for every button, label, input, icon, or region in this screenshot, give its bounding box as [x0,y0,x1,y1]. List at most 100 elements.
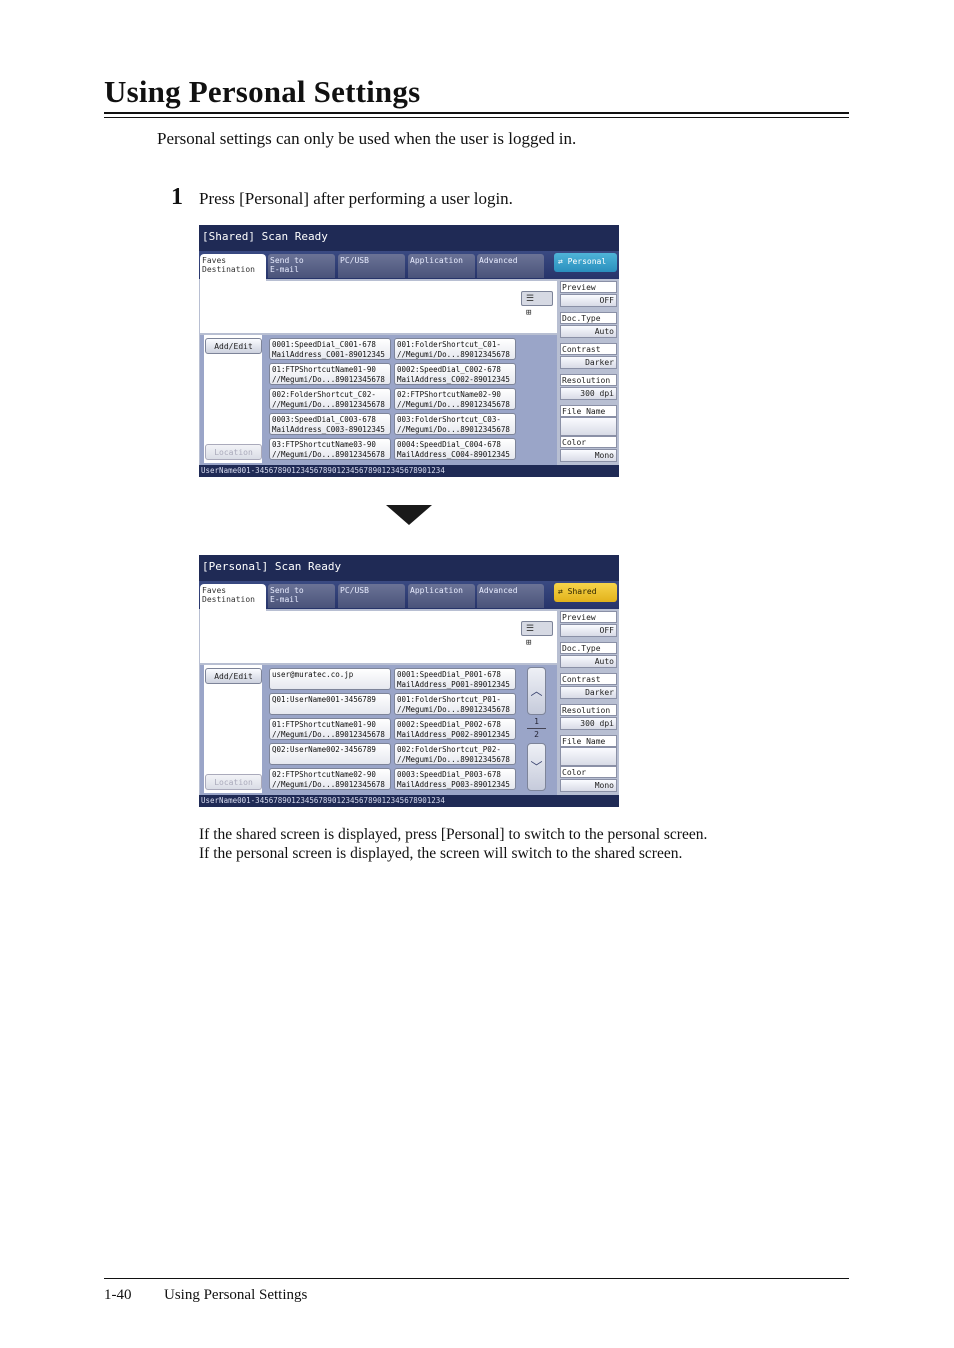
list-item[interactable]: user@muratec.co.jp [269,668,391,690]
screen-title: [Shared] Scan Ready [202,230,328,243]
list-item[interactable]: 0001:SpeedDial_P001-678 MailAddress_P001-… [394,668,516,690]
status-bar: UserName001-3456789012345678901234567890… [199,795,619,807]
add-edit-button[interactable]: Add/Edit [205,668,262,684]
tab-send-to-email[interactable]: Send to E-mail [268,254,335,278]
list-item[interactable]: Q02:UserName002-3456789 [269,743,391,765]
doc-type-label: Doc.Type [560,642,617,654]
page-total: 2 [534,730,539,739]
tab-pc-usb[interactable]: PC/USB [338,584,405,608]
page-title: Using Personal Settings [104,74,421,109]
list-item[interactable]: 02:FTPShortcutName02-90//Megumi/Do...890… [269,768,391,790]
file-name-label: File Name [560,735,617,747]
entry-address: MailAddress_P001-89012345 [397,679,510,689]
page-current: 1 [527,717,546,729]
file-name-label: File Name [560,405,617,417]
entry-name: 02:FTPShortcutName02-90 [272,770,376,779]
entry-address: //Megumi/Do...89012345678 [272,779,385,789]
doc-type-button[interactable]: Auto [560,655,617,668]
tab-label: Send to [270,256,304,265]
tab-advanced[interactable]: Advanced [477,254,544,278]
login-user-status: UserName001-3456789012345678901234567890… [201,466,445,475]
tab-label: E-mail [270,265,299,274]
entry-address: MailAddress_C003-89012345 [272,424,385,434]
doc-type-button[interactable]: Auto [560,325,617,338]
footer-section-title: Using Personal Settings [164,1287,308,1303]
list-item[interactable]: 0001:SpeedDial_C001-678 MailAddress_C001-… [269,338,391,360]
color-button[interactable]: Mono [560,449,617,462]
view-toggle-button[interactable]: ☰ ⊞ [521,621,553,648]
location-button[interactable]: Location [205,444,262,460]
title-rule-thin [104,117,849,118]
list-item[interactable]: Q01:UserName001-3456789 [269,693,391,715]
entry-name: 0002:SpeedDial_C002-678 [397,365,501,374]
chevron-up-icon: ︿ [530,684,543,698]
list-item[interactable]: 0004:SpeedDial_C004-678 MailAddress_C004-… [394,438,516,460]
entry-address: //Megumi/Do...89012345678 [272,399,385,409]
list-item[interactable]: 003:FolderShortcut_C03-//Megumi/Do...890… [394,413,516,435]
status-bar: UserName001-3456789012345678901234567890… [199,465,619,477]
doc-type-label: Doc.Type [560,312,617,324]
resolution-button[interactable]: 300 dpi [560,387,617,400]
destination-area [200,281,557,333]
location-button[interactable]: Location [205,774,262,790]
tab-label: Destination [202,595,255,604]
preview-button[interactable]: OFF [560,294,617,307]
note-line-2: If the personal screen is displayed, the… [199,845,683,862]
resolution-button[interactable]: 300 dpi [560,717,617,730]
entry-address: MailAddress_P002-89012345 [397,729,510,739]
tab-application[interactable]: Application [408,254,475,278]
list-item[interactable]: 0003:SpeedDial_C003-678 MailAddress_C003-… [269,413,391,435]
entry-address: MailAddress_C001-89012345 [272,349,385,359]
login-user-status: UserName001-3456789012345678901234567890… [201,796,445,805]
list-item[interactable]: 01:FTPShortcutName01-90//Megumi/Do...890… [269,363,391,385]
add-edit-button[interactable]: Add/Edit [205,338,262,354]
entry-address: //Megumi/Do...89012345678 [397,424,510,434]
entry-address: //Megumi/Do...89012345678 [397,754,510,764]
entry-address: MailAddress_C002-89012345 [397,374,510,384]
shared-button[interactable]: ⇄ Shared [554,583,617,602]
list-item[interactable]: 02:FTPShortcutName02-90//Megumi/Do...890… [394,388,516,410]
entry-name: 02:FTPShortcutName02-90 [397,390,501,399]
contrast-label: Contrast [560,673,617,685]
tab-advanced[interactable]: Advanced [477,584,544,608]
list-item[interactable]: 01:FTPShortcutName01-90//Megumi/Do...890… [269,718,391,740]
footer-rule [104,1278,849,1279]
screen-title: [Personal] Scan Ready [202,560,342,573]
list-item[interactable]: 0002:SpeedDial_C002-678 MailAddress_C002-… [394,363,516,385]
entry-name: 01:FTPShortcutName01-90 [272,365,376,374]
color-button[interactable]: Mono [560,779,617,792]
list-item[interactable]: 002:FolderShortcut_C02-//Megumi/Do...890… [269,388,391,410]
scroll-up-button[interactable]: ︿ [527,667,546,715]
tab-faves-destination[interactable]: Faves Destination [200,254,266,281]
list-item[interactable]: 001:FolderShortcut_P01-//Megumi/Do...890… [394,693,516,715]
personal-button[interactable]: ⇄ Personal [554,253,617,272]
step-text: Press [Personal] after performing a user… [199,189,513,208]
list-item[interactable]: 0002:SpeedDial_P002-678 MailAddress_P002-… [394,718,516,740]
personal-scan-screen: [Personal] Scan Ready Faves Destination S… [199,555,619,807]
preview-label: Preview [560,611,617,623]
view-toggle-button[interactable]: ☰ ⊞ [521,291,553,318]
tab-application[interactable]: Application [408,584,475,608]
color-label: Color [560,766,617,778]
entry-address: //Megumi/Do...89012345678 [272,729,385,739]
tab-label: Faves [202,586,227,595]
file-name-button[interactable] [560,417,617,436]
chevron-down-icon: ﹀ [530,760,543,774]
resolution-label: Resolution [560,374,617,386]
list-item[interactable]: 0003:SpeedDial_P003-678 MailAddress_P003-… [394,768,516,790]
entry-address: //Megumi/Do...89012345678 [397,399,510,409]
list-item[interactable]: 03:FTPShortcutName03-90//Megumi/Do...890… [269,438,391,460]
contrast-button[interactable]: Darker [560,686,617,699]
tab-send-to-email[interactable]: Send to E-mail [268,584,335,608]
contrast-button[interactable]: Darker [560,356,617,369]
scroll-down-button[interactable]: ﹀ [527,743,546,791]
entry-name: 0001:SpeedDial_P001-678 [397,670,501,679]
list-item[interactable]: 002:FolderShortcut_P02-//Megumi/Do...890… [394,743,516,765]
list-item[interactable]: 001:FolderShortcut_C01-//Megumi/Do...890… [394,338,516,360]
entry-address: MailAddress_C004-89012345 [397,449,510,459]
tab-label: Destination [202,265,255,274]
tab-faves-destination[interactable]: Faves Destination [200,584,266,611]
preview-button[interactable]: OFF [560,624,617,637]
file-name-button[interactable] [560,747,617,766]
tab-pc-usb[interactable]: PC/USB [338,254,405,278]
